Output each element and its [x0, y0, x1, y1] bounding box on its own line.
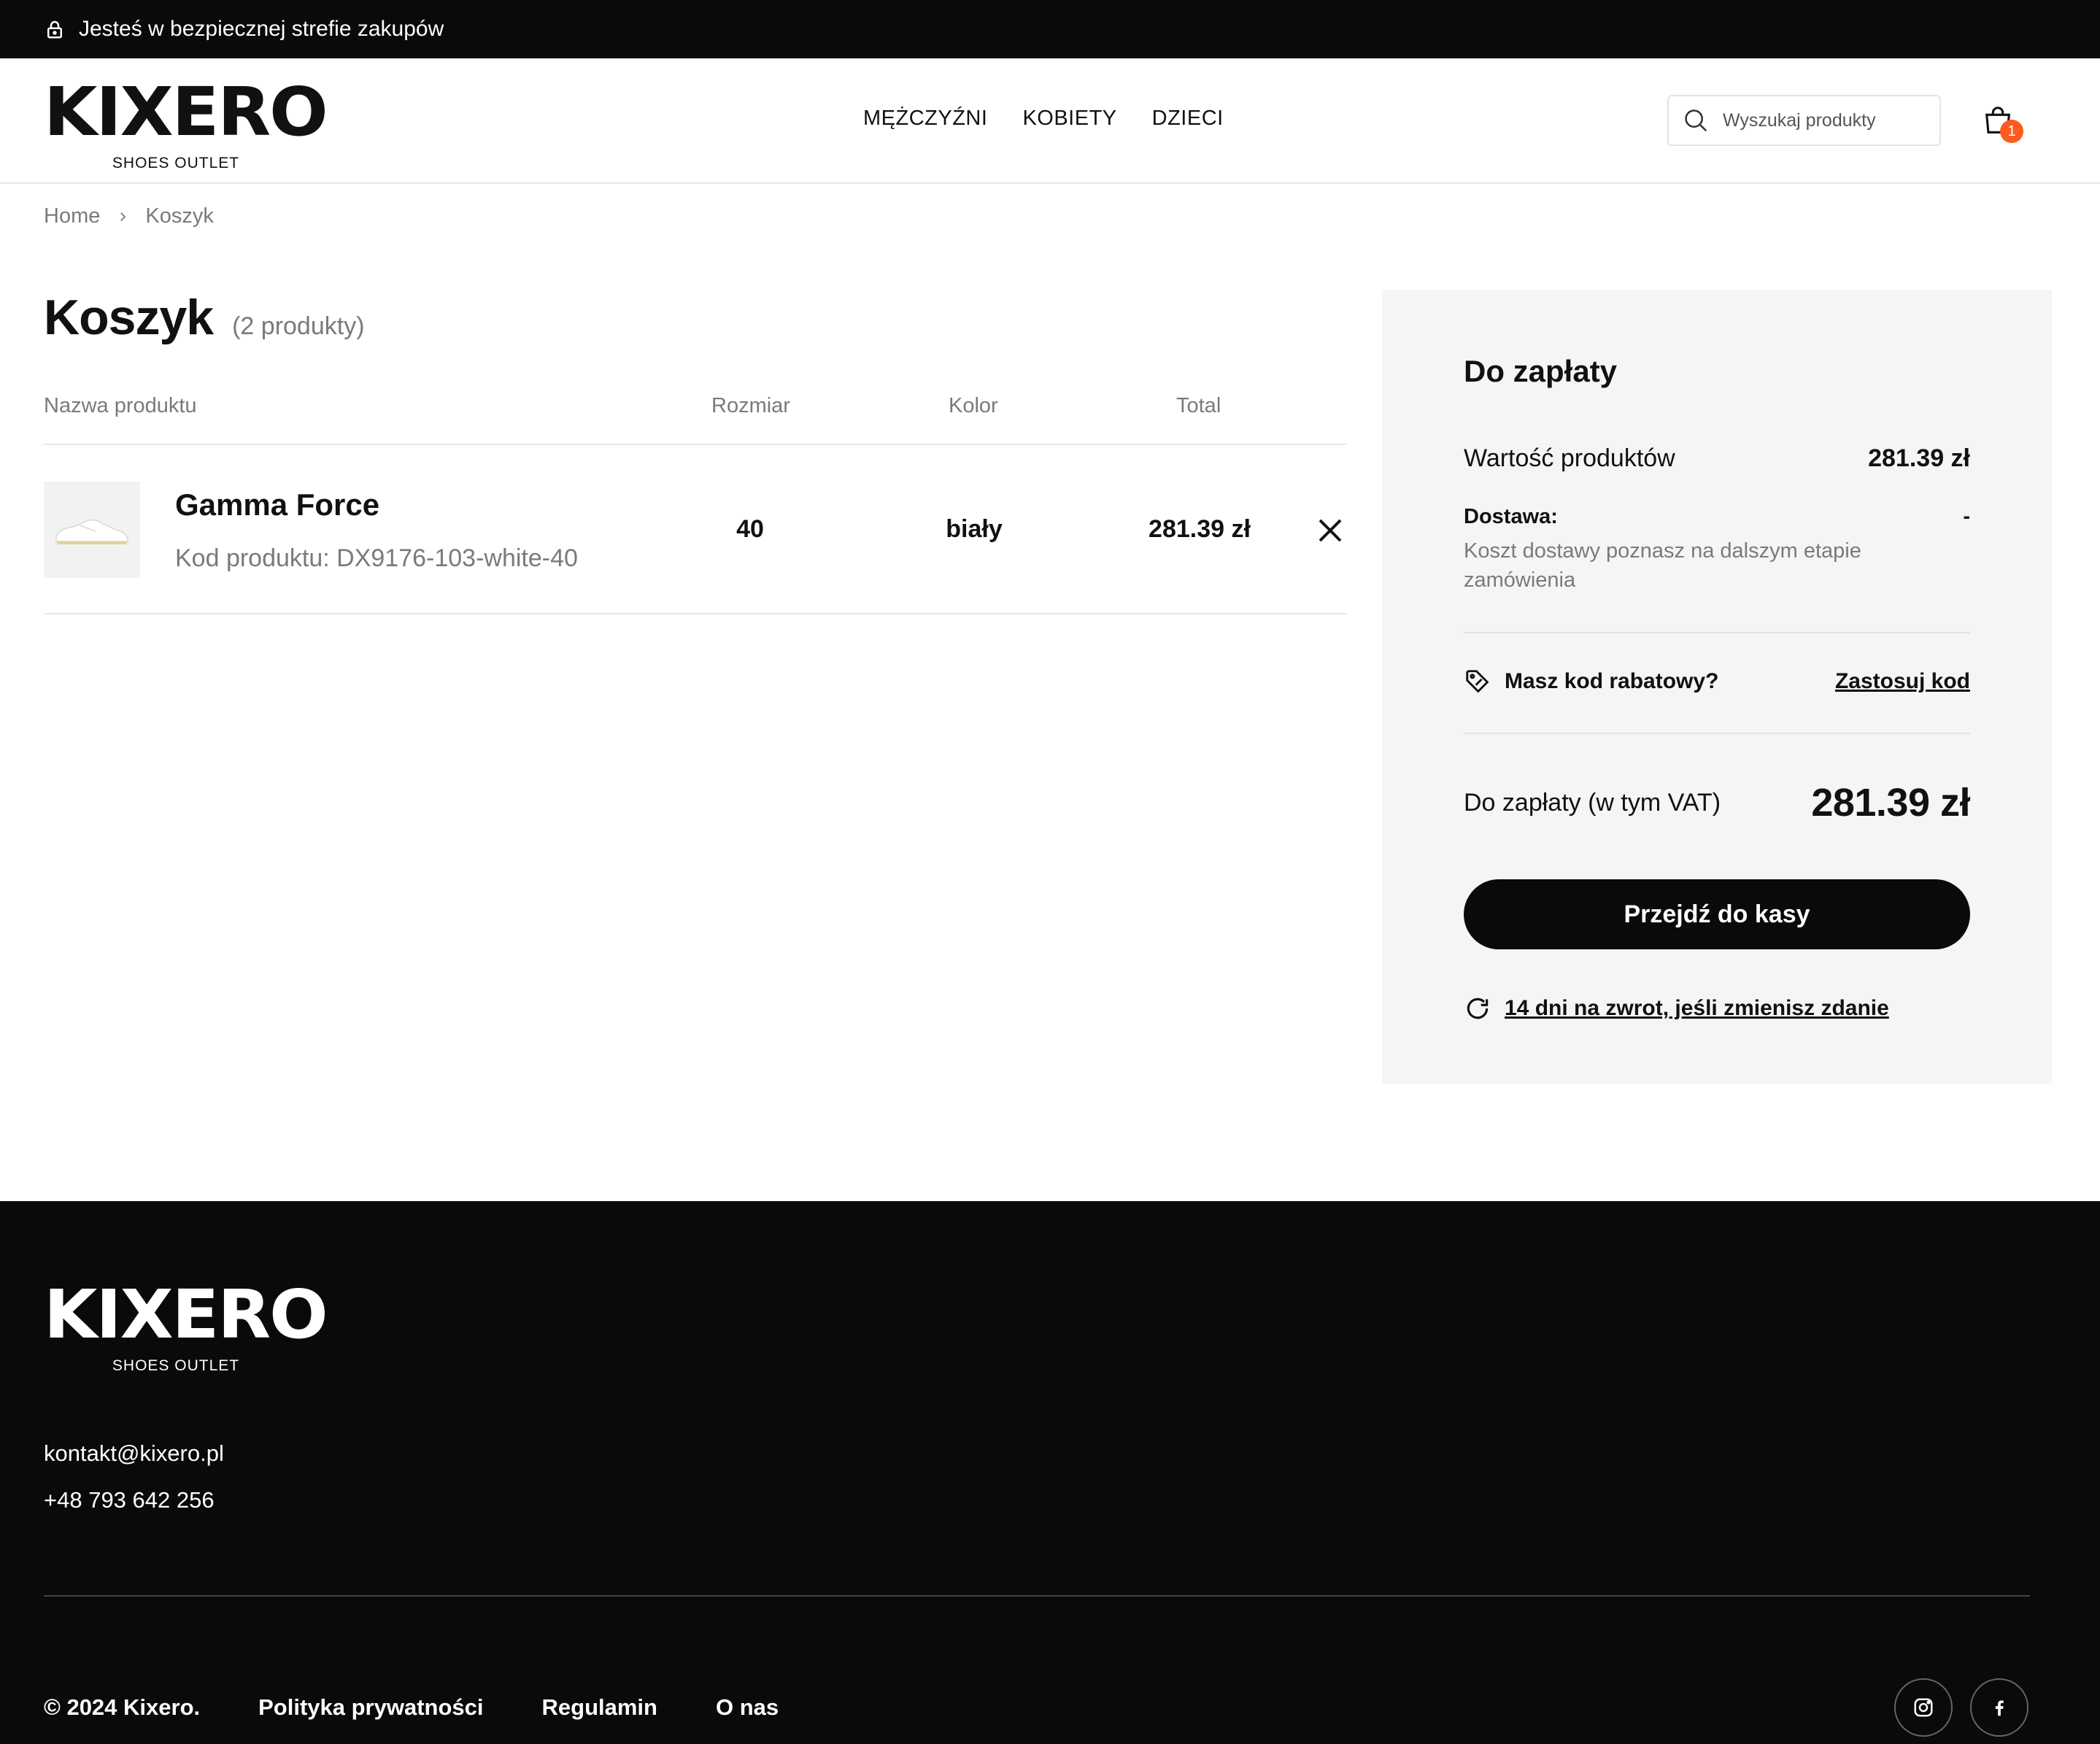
facebook-icon — [1995, 1700, 2004, 1716]
product-code: Kod produktu: DX9176-103-white-40 — [175, 544, 578, 572]
column-product-name: Nazwa produktu — [44, 394, 197, 417]
site-header: KIXERO SHOES OUTLET MĘŻCZYŹNI KOBIETY DZ… — [0, 58, 2100, 184]
delivery-line: Dostawa: - — [1464, 505, 1970, 529]
delivery-value: - — [1963, 505, 1970, 528]
cart-item-row: Gamma Force Kod produktu: DX9176-103-whi… — [44, 445, 1347, 614]
product-total: 281.39 zł — [1149, 515, 1251, 543]
order-summary: Do zapłaty Wartość produktów 281.39 zł D… — [1382, 290, 2052, 1084]
footer-phone[interactable]: +48 793 642 256 — [44, 1487, 215, 1513]
summary-divider — [1464, 632, 1970, 633]
search-box[interactable] — [1667, 95, 1941, 146]
nav-kids[interactable]: DZIECI — [1152, 107, 1224, 131]
footer-divider — [44, 1595, 2030, 1597]
column-color: Kolor — [949, 394, 998, 417]
logo-subtitle: SHOES OUTLET — [112, 1357, 240, 1374]
cart-count-badge: 1 — [2000, 120, 2023, 143]
total-line: Do zapłaty (w tym VAT) 281.39 zł — [1464, 780, 1970, 825]
total-amount: 281.39 zł — [1811, 781, 1970, 825]
cart-button[interactable]: 1 — [1981, 104, 2023, 144]
summary-divider — [1464, 733, 1970, 734]
total-label: Do zapłaty (w tym VAT) — [1464, 788, 1721, 817]
sneaker-image — [55, 519, 128, 544]
cart-heading: Koszyk (2 produkty) — [44, 289, 365, 346]
returns-policy-link[interactable]: 14 dni na zwrot, jeśli zmienisz zdanie — [1505, 996, 1889, 1021]
footer-link-terms[interactable]: Regulamin — [542, 1694, 657, 1721]
checkout-button[interactable]: Przejdź do kasy — [1464, 879, 1970, 949]
delivery-note: Koszt dostawy poznasz na dalszym etapie … — [1464, 539, 1861, 592]
breadcrumb: Home Koszyk — [44, 204, 214, 228]
lock-icon — [47, 20, 62, 39]
promo-label: Masz kod rabatowy? — [1505, 669, 1719, 693]
search-input[interactable] — [1723, 109, 1927, 131]
products-value-label: Wartość produktów — [1464, 444, 1675, 472]
summary-title: Do zapłaty — [1464, 354, 1618, 388]
product-thumbnail[interactable] — [44, 482, 140, 578]
delivery-label: Dostawa: — [1464, 505, 1558, 528]
breadcrumb-home[interactable]: Home — [44, 204, 100, 228]
returns-info: 14 dni na zwrot, jeśli zmienisz zdanie — [1464, 995, 1889, 1022]
logo-wordmark: KIXERO — [44, 73, 328, 151]
cart-item-count: (2 produkty) — [232, 312, 365, 340]
page-title: Koszyk — [44, 290, 214, 345]
cart-table-header: Nazwa produktu Rozmiar Kolor Total — [44, 391, 1347, 445]
column-total: Total — [1176, 394, 1221, 417]
footer-link-privacy[interactable]: Polityka prywatności — [258, 1694, 483, 1721]
search-icon — [1685, 109, 1707, 132]
nav-women[interactable]: KOBIETY — [1022, 107, 1116, 131]
site-footer: KIXERO SHOES OUTLET kontakt@kixero.pl +4… — [0, 1201, 2100, 1744]
products-value-line: Wartość produktów 281.39 zł — [1464, 444, 1970, 473]
remove-item-icon[interactable] — [1315, 515, 1346, 546]
column-size: Rozmiar — [711, 394, 790, 417]
promo-code-row: Masz kod rabatowy? Zastosuj kod — [1464, 668, 1970, 695]
nav-men[interactable]: MĘŻCZYŹNI — [863, 107, 987, 131]
product-color: biały — [946, 515, 1003, 543]
refresh-icon — [1467, 998, 1489, 1019]
footer-logo[interactable]: KIXERO SHOES OUTLET — [44, 1281, 328, 1375]
discount-tag-icon — [1466, 670, 1489, 693]
footer-email[interactable]: kontakt@kixero.pl — [44, 1440, 224, 1467]
copyright: © 2024 Kixero. — [44, 1694, 201, 1720]
product-name[interactable]: Gamma Force — [175, 487, 379, 522]
footer-bottom-links: © 2024 Kixero. Polityka prywatności Regu… — [44, 1694, 779, 1721]
chevron-right-icon — [120, 212, 126, 221]
breadcrumb-current: Koszyk — [145, 204, 214, 228]
logo-wordmark: KIXERO — [44, 1276, 328, 1354]
site-logo[interactable]: KIXERO SHOES OUTLET — [44, 79, 328, 172]
main-nav: MĘŻCZYŹNI KOBIETY DZIECI — [863, 107, 1224, 131]
product-size: 40 — [736, 515, 764, 543]
facebook-button[interactable] — [1970, 1678, 2028, 1737]
secure-shopping-text: Jesteś w bezpiecznej strefie zakupów — [79, 17, 444, 41]
products-value-amount: 281.39 zł — [1868, 444, 1970, 472]
footer-link-about[interactable]: O nas — [716, 1694, 779, 1721]
secure-shopping-bar: Jesteś w bezpiecznej strefie zakupów — [0, 0, 2100, 58]
logo-subtitle: SHOES OUTLET — [112, 155, 240, 171]
instagram-icon — [1914, 1698, 1933, 1717]
instagram-button[interactable] — [1894, 1678, 1953, 1737]
apply-promo-link[interactable]: Zastosuj kod — [1835, 669, 1970, 694]
